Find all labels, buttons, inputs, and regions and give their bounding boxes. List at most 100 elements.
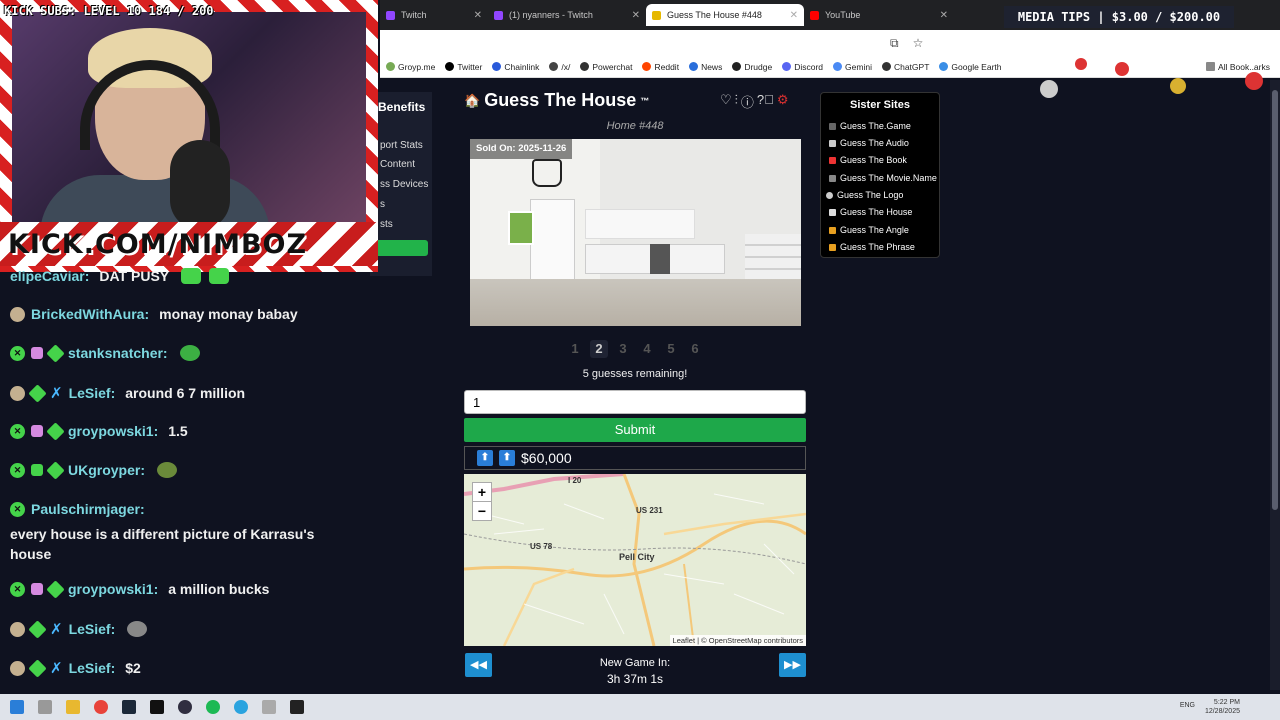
tab-youtube[interactable]: YouTube ✕ — [804, 4, 954, 26]
photo-page-button[interactable]: 5 — [662, 340, 680, 358]
ornament-decoration — [1040, 80, 1058, 98]
sister-site-link[interactable]: Guess The House — [829, 207, 912, 217]
bookmark-twitter[interactable]: Twitter — [445, 62, 482, 72]
film-icon — [829, 174, 836, 182]
close-icon[interactable]: ✕ — [940, 10, 948, 21]
chat-message: ✗ LeSief: $2 — [10, 658, 141, 678]
bookmark-powerchat[interactable]: Powerchat — [580, 62, 632, 72]
previous-game-button[interactable]: ◀◀ — [465, 653, 492, 677]
gemini-icon — [833, 62, 843, 71]
guess-input[interactable] — [464, 390, 806, 414]
telegram-icon[interactable] — [234, 700, 248, 714]
emote — [127, 621, 148, 637]
bookmark-news[interactable]: News — [689, 62, 722, 72]
app-icon[interactable] — [290, 700, 304, 714]
benefits-panel: Benefits port Stats Content ss Devices s… — [370, 92, 432, 276]
sister-site-link[interactable]: Guess The Logo — [826, 190, 903, 200]
gift-badge-icon — [31, 583, 43, 595]
bookmark-gemini[interactable]: Gemini — [833, 62, 872, 72]
benefits-button[interactable] — [370, 240, 428, 256]
zoom-in-button[interactable]: + — [472, 482, 492, 502]
bookmark-reddit[interactable]: Reddit — [642, 62, 679, 72]
bookmark-chainlink[interactable]: Chainlink — [492, 62, 539, 72]
bookmark-x[interactable]: /x/ — [549, 62, 570, 72]
book-icon — [829, 156, 836, 164]
obs-icon[interactable] — [178, 700, 192, 714]
bookmark-label: Gemini — [845, 61, 872, 72]
photo-page-button[interactable]: 4 — [638, 340, 656, 358]
chat-text: around 6 7 million — [125, 385, 246, 401]
help-icon[interactable]: ?⃝ — [757, 92, 774, 111]
sister-site-link[interactable]: Guess The Angle — [829, 225, 909, 235]
windows-start-icon[interactable] — [10, 700, 24, 714]
new-game-label: New Game In: — [599, 657, 671, 669]
sister-site-link[interactable]: Guess The Audio — [829, 138, 909, 148]
scrollbar-thumb[interactable] — [1272, 90, 1278, 510]
sister-site-link[interactable]: Guess The Phrase — [829, 242, 915, 252]
tab-nyanners[interactable]: (1) nyanners - Twitch ✕ — [488, 4, 646, 26]
bookmark-groyp[interactable]: Groyp.me — [386, 62, 435, 72]
zoom-out-button[interactable]: − — [472, 501, 492, 521]
bookmark-google-earth[interactable]: Google Earth — [939, 61, 1002, 72]
kick-banner-text: KICK.COM/NIMBOZ — [8, 228, 308, 260]
heart-icon[interactable]: ♡ — [720, 92, 732, 111]
chat-message: ✕ UKgroyper: — [10, 460, 178, 480]
page-scrollbar[interactable] — [1270, 80, 1280, 690]
close-icon[interactable]: ✕ — [790, 10, 798, 21]
bookmark-label: Google Earth — [951, 61, 1002, 72]
chat-username: elipeCaviar: — [10, 268, 90, 284]
cast-icon[interactable]: ⧉ — [890, 36, 899, 51]
photo-page-button[interactable]: 6 — [686, 340, 704, 358]
photo-pagination: 1 2 3 4 5 6 — [464, 340, 806, 358]
sister-site-label: Guess The Book — [840, 155, 907, 165]
file-explorer-icon[interactable] — [66, 700, 80, 714]
tab-guess-the-house[interactable]: Guess The House #448 ✕ — [646, 4, 804, 26]
media-tips-label: MEDIA TIPS | $3.00 / $200.00 — [1004, 6, 1234, 28]
chat-text: a million bucks — [168, 581, 270, 597]
map-attribution[interactable]: Leaflet | © OpenStreetMap contributors — [669, 635, 806, 646]
avatar-badge-icon — [10, 660, 25, 676]
address-bar[interactable]: ⧉ ☆ — [380, 30, 1280, 56]
tab-twitch[interactable]: Twitch ✕ — [380, 4, 488, 26]
language-indicator[interactable]: ENG — [1180, 702, 1195, 709]
terminal-icon[interactable] — [150, 700, 164, 714]
benefits-item: ss Devices — [380, 179, 429, 190]
gift-badge-icon — [31, 425, 43, 437]
steam-icon[interactable] — [122, 700, 136, 714]
sister-site-label: Guess The House — [840, 207, 913, 217]
bookmark-chatgpt[interactable]: ChatGPT — [881, 62, 929, 72]
gift-badge-icon — [31, 464, 43, 476]
gear-icon[interactable]: ⚙ — [777, 92, 789, 111]
bookmark-drudge[interactable]: Drudge — [732, 62, 772, 72]
spotify-icon[interactable] — [206, 700, 220, 714]
photo-page-button[interactable]: 1 — [566, 340, 584, 358]
next-game-button[interactable]: ▶▶ — [779, 653, 806, 677]
app-icon[interactable] — [262, 700, 276, 714]
location-map[interactable]: + − Pell City US 231 US 78 I 20 Leaflet … — [464, 474, 806, 646]
close-icon[interactable]: ✕ — [632, 10, 640, 21]
bookmark-all-bookmarks[interactable]: All Book..arks — [1206, 62, 1270, 72]
bookmark-icon — [386, 62, 395, 71]
chrome-icon[interactable] — [94, 700, 108, 714]
sister-site-link[interactable]: Guess The Book — [829, 155, 907, 165]
star-icon[interactable]: ☆ — [913, 36, 924, 51]
arrow-up-icon: ⬆ — [477, 450, 493, 466]
submit-button[interactable]: Submit — [464, 418, 806, 442]
ornament-decoration — [1115, 62, 1129, 76]
info-icon[interactable]: ⓘ — [741, 92, 754, 111]
diamond-badge-icon — [46, 579, 65, 599]
kick-x-badge-icon: ✕ — [10, 345, 25, 361]
system-clock[interactable]: 5:22 PM 12/28/2025 — [1205, 698, 1240, 716]
task-view-icon[interactable] — [38, 700, 52, 714]
photo-page-button-active[interactable]: 2 — [590, 340, 608, 358]
photo-page-button[interactable]: 3 — [614, 340, 632, 358]
kick-banner: KICK.COM/NIMBOZ — [0, 222, 378, 266]
bookmark-label: All Book..arks — [1218, 61, 1270, 72]
sister-site-link[interactable]: Guess The Movie.Name — [829, 173, 937, 183]
close-icon[interactable]: ✕ — [474, 10, 482, 21]
sister-site-link[interactable]: Guess The.Game — [829, 121, 911, 131]
bookmark-discord[interactable]: Discord — [782, 62, 823, 72]
house-icon — [829, 208, 836, 216]
diamond-badge-icon — [28, 619, 47, 639]
stats-icon[interactable]: ⫶ — [735, 92, 738, 111]
